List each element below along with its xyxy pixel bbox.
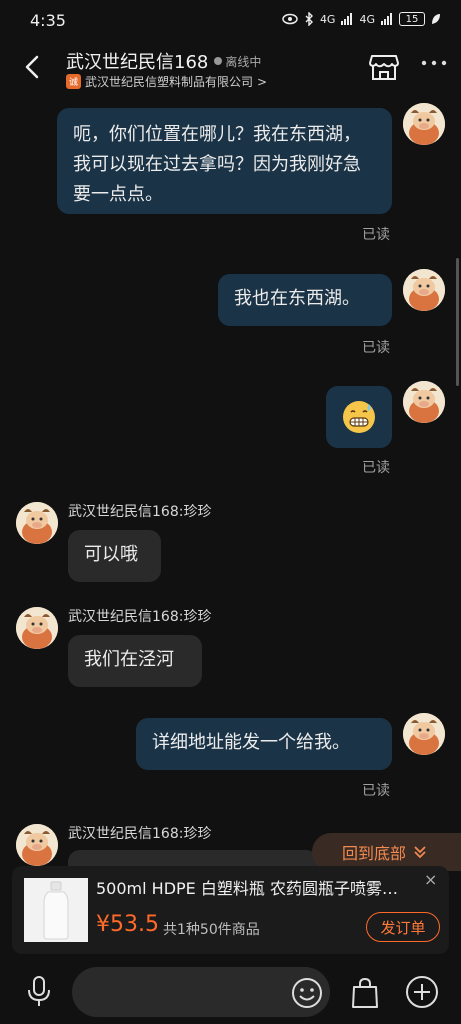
sender-name: 武汉世纪民信168:珍珍 bbox=[68, 504, 212, 520]
eye-icon bbox=[282, 13, 298, 25]
close-icon[interactable]: × bbox=[424, 870, 437, 889]
double-chevron-down-icon bbox=[414, 846, 426, 859]
status-bar: 4:35 4G 4G 15 bbox=[0, 0, 461, 40]
offline-label: 离线中 bbox=[225, 54, 262, 69]
plus-circle-icon bbox=[406, 976, 438, 1008]
message-bubble-outgoing[interactable]: 详细地址能发一个给我。 bbox=[136, 718, 392, 770]
grimacing-sweat-emoji-icon bbox=[343, 401, 375, 433]
product-summary: 共1种50件商品 bbox=[163, 922, 260, 938]
company-name: 武汉世纪民信塑料制品有限公司 bbox=[85, 75, 254, 89]
sender-name: 武汉世纪民信168:珍珍 bbox=[68, 826, 212, 842]
status-icons: 4G 4G 15 bbox=[282, 12, 441, 26]
cow-avatar-icon bbox=[403, 103, 445, 145]
message-text: 可以哦 bbox=[84, 544, 138, 565]
network-b-label: 4G bbox=[359, 12, 375, 26]
company-link[interactable]: 诚 武汉世纪民信塑料制品有限公司 > bbox=[66, 73, 267, 90]
more-button[interactable] bbox=[420, 52, 452, 82]
read-receipt: 已读 bbox=[362, 460, 390, 476]
input-bar bbox=[0, 964, 461, 1024]
offline-status: 离线中 bbox=[214, 53, 261, 70]
message-text: 我们在泾河 bbox=[84, 649, 174, 670]
seller-avatar[interactable] bbox=[16, 824, 58, 866]
emoji-button[interactable] bbox=[290, 976, 324, 1010]
seller-avatar[interactable] bbox=[16, 502, 58, 544]
shopping-bag-icon bbox=[352, 977, 378, 1008]
product-price: ¥53.5 bbox=[96, 912, 159, 937]
message-text: 详细地址能发一个给我。 bbox=[152, 732, 350, 753]
signal-a-icon bbox=[341, 13, 353, 25]
more-actions-button[interactable] bbox=[404, 974, 440, 1010]
cow-avatar-icon bbox=[16, 824, 58, 866]
message-bubble-incoming[interactable]: 可以哦 bbox=[68, 530, 161, 582]
chevron-left-icon bbox=[25, 55, 39, 79]
message-bubble-incoming[interactable]: 我们在泾河 bbox=[68, 635, 202, 687]
shopping-bag-button[interactable] bbox=[350, 976, 380, 1010]
status-time: 4:35 bbox=[30, 11, 66, 30]
bluetooth-icon bbox=[305, 12, 313, 26]
battery-icon: 15 bbox=[399, 12, 425, 26]
scrollbar[interactable] bbox=[456, 258, 459, 386]
back-to-bottom-label: 回到底部 bbox=[342, 844, 407, 863]
cow-avatar-icon bbox=[403, 381, 445, 423]
cow-avatar-icon bbox=[16, 502, 58, 544]
message-bubble-outgoing[interactable]: 呃，你们位置在哪儿？我在东西湖，我可以现在过去拿吗？因为我刚好急要一点点。 bbox=[57, 108, 392, 214]
my-avatar[interactable] bbox=[403, 381, 445, 423]
smile-icon bbox=[292, 978, 322, 1008]
microphone-icon bbox=[28, 976, 50, 1006]
signal-b-icon bbox=[381, 13, 392, 25]
cow-avatar-icon bbox=[403, 713, 445, 755]
company-badge-icon: 诚 bbox=[66, 74, 81, 89]
more-dots-icon bbox=[421, 60, 447, 66]
my-avatar[interactable] bbox=[403, 103, 445, 145]
send-order-button[interactable]: 发订单 bbox=[366, 912, 440, 942]
network-a-label: 4G bbox=[319, 12, 336, 26]
shop-name: 武汉世纪民信168 bbox=[66, 52, 209, 73]
message-bubble-outgoing[interactable]: 我也在东西湖。 bbox=[218, 274, 392, 326]
bottle-image-icon bbox=[24, 878, 88, 942]
product-card[interactable]: 500ml HDPE 白塑料瓶 农药圆瓶子喷雾… × ¥53.5 共1种50件商… bbox=[12, 866, 449, 954]
read-receipt: 已读 bbox=[362, 783, 390, 799]
shop-title[interactable]: 武汉世纪民信168 离线中 bbox=[66, 48, 261, 74]
voice-button[interactable] bbox=[24, 974, 54, 1008]
seller-avatar[interactable] bbox=[16, 607, 58, 649]
message-text: 呃，你们位置在哪儿？我在东西湖，我可以现在过去拿吗？因为我刚好急要一点点。 bbox=[73, 124, 361, 205]
product-image[interactable] bbox=[24, 878, 88, 942]
message-bubble-outgoing[interactable] bbox=[326, 386, 392, 448]
store-button[interactable] bbox=[368, 52, 400, 82]
cow-avatar-icon bbox=[16, 607, 58, 649]
message-text: 我也在东西湖。 bbox=[234, 288, 360, 309]
my-avatar[interactable] bbox=[403, 713, 445, 755]
offline-dot-icon bbox=[214, 57, 223, 65]
product-title: 500ml HDPE 白塑料瓶 农药圆瓶子喷雾… bbox=[96, 879, 398, 898]
read-receipt: 已读 bbox=[362, 340, 390, 356]
back-button[interactable] bbox=[18, 52, 48, 82]
chat-header: 武汉世纪民信168 离线中 诚 武汉世纪民信塑料制品有限公司 > bbox=[0, 40, 461, 98]
cow-avatar-icon bbox=[403, 269, 445, 311]
leaf-icon bbox=[432, 14, 440, 24]
company-chevron-icon: > bbox=[257, 74, 268, 89]
store-icon bbox=[369, 55, 399, 80]
sender-name: 武汉世纪民信168:珍珍 bbox=[68, 609, 212, 625]
read-receipt: 已读 bbox=[362, 227, 390, 243]
my-avatar[interactable] bbox=[403, 269, 445, 311]
